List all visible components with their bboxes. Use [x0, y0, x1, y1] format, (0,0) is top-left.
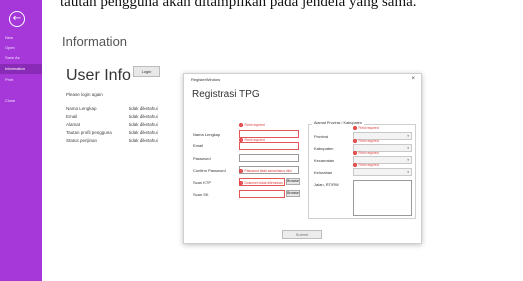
- chevron-down-icon: ▾: [407, 158, 409, 162]
- close-icon[interactable]: ×: [411, 74, 415, 85]
- sidebar-item-print[interactable]: Print: [0, 75, 42, 85]
- sidebar-item-close[interactable]: Close: [0, 96, 42, 106]
- sidebar: ← New Open Save As Information Print Clo…: [0, 0, 42, 281]
- info-key: Alamat: [66, 122, 81, 127]
- info-row: Nama Lengkap tidak diketahui: [66, 106, 196, 114]
- kecamatan-error: ! Field required: [353, 151, 379, 155]
- email-input[interactable]: [239, 142, 299, 150]
- info-row: Email tidak diketahui: [66, 114, 196, 122]
- error-icon: !: [239, 181, 243, 185]
- window-titlebar[interactable]: RegisterWindow ×: [184, 74, 421, 85]
- chevron-down-icon: ▾: [407, 134, 409, 138]
- password-label: Password: [193, 156, 211, 161]
- error-icon: !: [239, 169, 243, 173]
- browse-ktp-button[interactable]: Browse: [286, 178, 300, 185]
- nama-error: ! Field required: [239, 123, 265, 127]
- error-text: Password tidak sama/harus diisi: [244, 169, 292, 173]
- info-key: Email: [66, 114, 78, 119]
- info-row: Alamat tidak diketahui: [66, 122, 196, 130]
- nama-label: Nama Lengkap: [193, 132, 221, 137]
- info-key: Nama Lengkap: [66, 106, 97, 111]
- info-value: tidak diketahui: [129, 106, 158, 111]
- confirm-password-error: ! Password tidak sama/harus diisi: [239, 169, 292, 173]
- scan-sk-label: Scan SK: [193, 192, 209, 197]
- scan-sk-input[interactable]: [239, 190, 285, 198]
- error-icon: !: [353, 126, 357, 130]
- error-text: Field required: [358, 163, 379, 167]
- page-title: Information: [62, 34, 128, 49]
- provinsi-label: Provinsi: [314, 134, 329, 139]
- info-value: tidak diketahui: [129, 138, 158, 143]
- sidebar-item-information[interactable]: Information: [0, 64, 42, 74]
- user-info-table: Nama Lengkap tidak diketahui Email tidak…: [66, 106, 196, 146]
- kelurahan-label: Kelurahan: [314, 170, 333, 175]
- register-window: RegisterWindow × Registrasi TPG ! Field r…: [183, 73, 422, 244]
- please-login-text: Please login again: [66, 92, 103, 97]
- error-icon: !: [353, 151, 357, 155]
- error-icon: !: [353, 139, 357, 143]
- error-icon: !: [239, 123, 243, 127]
- nama-input[interactable]: [239, 130, 299, 138]
- chevron-down-icon: ▾: [407, 146, 409, 150]
- error-icon: !: [353, 163, 357, 167]
- window-heading: Registrasi TPG: [192, 89, 260, 100]
- scan-ktp-label: Scan KTP: [193, 180, 212, 185]
- jalan-textarea[interactable]: [353, 180, 412, 216]
- document-heading: tautan pengguna akan ditampilkan pada je…: [60, 0, 417, 10]
- chevron-down-icon: ▾: [407, 170, 409, 174]
- email-label: Email: [193, 143, 204, 148]
- sidebar-item-open[interactable]: Open: [0, 43, 42, 53]
- sidebar-item-new[interactable]: New: [0, 33, 42, 43]
- user-info-title: User Info: [66, 67, 131, 84]
- info-key: Tautan profil pengguna: [66, 130, 112, 135]
- window-title: RegisterWindow: [191, 77, 221, 82]
- sidebar-item-save-as[interactable]: Save As: [0, 53, 42, 63]
- scan-ktp-error: ! Dokumen tidak ditemukan: [239, 181, 283, 185]
- kabupaten-error: ! Field required: [353, 139, 379, 143]
- back-arrow-icon[interactable]: ←: [9, 11, 25, 27]
- error-text: Field required: [358, 126, 379, 130]
- confirm-password-label: Confirm Password: [193, 168, 226, 173]
- error-text: Field required: [358, 139, 379, 143]
- error-text: Dokumen tidak ditemukan: [244, 181, 283, 185]
- info-row: Tautan profil pengguna tidak diketahui: [66, 130, 196, 138]
- submit-button[interactable]: Submit: [282, 230, 322, 239]
- kelurahan-error: ! Field required: [353, 163, 379, 167]
- info-value: tidak diketahui: [129, 130, 158, 135]
- address-group-title: Alamat Provinsi / Kabupaten: [312, 121, 364, 125]
- info-value: tidak diketahui: [129, 114, 158, 119]
- password-input[interactable]: [239, 154, 299, 162]
- info-key: Status perijinan: [66, 138, 98, 143]
- info-row: Status perijinan tidak diketahui: [66, 138, 196, 146]
- address-group: Alamat Provinsi / Kabupaten ! Field requi…: [308, 121, 416, 219]
- kabupaten-label: Kabupaten: [314, 146, 334, 151]
- error-text: Field required: [244, 123, 265, 127]
- error-text: Field required: [358, 151, 379, 155]
- info-value: tidak diketahui: [129, 122, 158, 127]
- screen: tautan pengguna akan ditampilkan pada je…: [0, 0, 523, 281]
- kelurahan-select[interactable]: ▾: [353, 168, 412, 176]
- login-button[interactable]: Login: [133, 66, 160, 77]
- jalan-label: Jalan, RT/RW: [314, 182, 339, 187]
- provinsi-error: ! Field required: [353, 126, 379, 130]
- kecamatan-label: Kecamatan: [314, 158, 335, 163]
- browse-sk-button[interactable]: Browse: [286, 190, 300, 197]
